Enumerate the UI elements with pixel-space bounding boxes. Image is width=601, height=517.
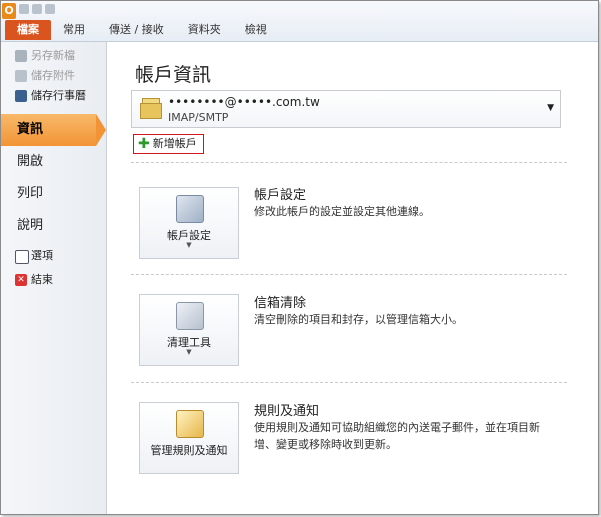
- nav-save-attachments-label: 儲存附件: [31, 69, 75, 82]
- chevron-down-icon: ▼: [186, 241, 192, 249]
- nav-options-label: 選項: [31, 249, 53, 262]
- nav-save-calendar[interactable]: 儲存行事曆: [1, 86, 106, 106]
- account-type: IMAP/SMTP: [168, 111, 229, 124]
- account-email: ••••••••@•••••.com.tw: [168, 95, 320, 109]
- outlook-logo-icon: O: [2, 3, 16, 19]
- tab-view[interactable]: 檢視: [233, 20, 279, 40]
- page-title: 帳戶資訊: [135, 64, 212, 86]
- chevron-down-icon[interactable]: ▼: [547, 103, 554, 113]
- nav-exit-label: 結束: [31, 273, 53, 286]
- ribbon-tabs: 檔案 常用 傳送 / 接收 資料夾 檢視: [5, 20, 279, 40]
- divider: [131, 162, 567, 163]
- cleanup-tools-button[interactable]: 清理工具 ▼: [139, 294, 239, 366]
- nav-open[interactable]: 開啟: [1, 146, 106, 178]
- mailbox-cleanup-title: 信箱清除: [254, 296, 307, 311]
- tab-send-receive[interactable]: 傳送 / 接收: [97, 20, 176, 40]
- account-settings-title: 帳戶設定: [254, 188, 307, 203]
- nav-info[interactable]: 資訊: [1, 114, 106, 146]
- add-account-label: 新增帳戶: [152, 137, 197, 150]
- outlook-window: O 檔案 常用 傳送 / 接收 資料夾 檢視 另存新檔 儲存附件 儲存行事曆 資…: [0, 0, 599, 515]
- tab-folder[interactable]: 資料夾: [176, 20, 233, 40]
- mailbox-icon: [138, 97, 162, 119]
- tab-file[interactable]: 檔案: [5, 20, 51, 40]
- plus-icon: ✚: [138, 136, 150, 152]
- tab-home[interactable]: 常用: [51, 20, 97, 40]
- quick-access-toolbar: [19, 4, 79, 16]
- options-icon: [15, 250, 29, 264]
- add-account-button[interactable]: ✚ 新增帳戶: [133, 134, 204, 154]
- undo-icon[interactable]: [32, 4, 42, 14]
- rules-alerts-icon: [176, 410, 204, 438]
- manage-rules-button-label: 管理規則及通知: [150, 444, 228, 457]
- nav-save-as[interactable]: 另存新檔: [1, 46, 106, 66]
- customize-qat-icon[interactable]: [45, 4, 55, 14]
- rules-alerts-title: 規則及通知: [254, 404, 320, 419]
- divider: [131, 274, 567, 275]
- nav-exit[interactable]: ✕ 結束: [1, 270, 106, 290]
- send-receive-icon[interactable]: [19, 4, 29, 14]
- cleanup-tools-icon: [176, 302, 204, 330]
- account-settings-desc: 修改此帳戶的設定並設定其他連線。: [254, 205, 430, 218]
- ribbon: O 檔案 常用 傳送 / 接收 資料夾 檢視: [1, 1, 598, 42]
- manage-rules-button[interactable]: 管理規則及通知: [139, 402, 239, 474]
- divider: [131, 382, 567, 383]
- chevron-down-icon: ▼: [186, 348, 192, 356]
- account-selector[interactable]: ••••••••@•••••.com.tw IMAP/SMTP ▼: [131, 90, 561, 128]
- nav-print[interactable]: 列印: [1, 178, 106, 210]
- backstage-nav: 另存新檔 儲存附件 儲存行事曆 資訊 開啟 列印 說明 選項 ✕ 結束: [1, 42, 107, 514]
- account-settings-icon: [176, 195, 204, 223]
- nav-save-as-label: 另存新檔: [31, 49, 75, 62]
- info-panel: 帳戶資訊 ••••••••@•••••.com.tw IMAP/SMTP ▼ ✚…: [107, 42, 598, 514]
- nav-save-calendar-label: 儲存行事曆: [31, 89, 86, 102]
- save-attachment-icon: [15, 70, 27, 82]
- save-as-icon: [15, 50, 27, 62]
- exit-icon: ✕: [15, 274, 27, 286]
- calendar-icon: [15, 90, 27, 102]
- nav-options[interactable]: 選項: [1, 246, 106, 266]
- mailbox-cleanup-desc: 清空刪除的項目和封存，以管理信箱大小。: [254, 313, 463, 326]
- nav-save-attachments[interactable]: 儲存附件: [1, 66, 106, 86]
- account-settings-button[interactable]: 帳戶設定 ▼: [139, 187, 239, 259]
- rules-alerts-desc: 使用規則及通知可協助組織您的內送電子郵件，並在項目新增、變更或移除時收到更新。: [254, 421, 540, 451]
- nav-help[interactable]: 說明: [1, 210, 106, 242]
